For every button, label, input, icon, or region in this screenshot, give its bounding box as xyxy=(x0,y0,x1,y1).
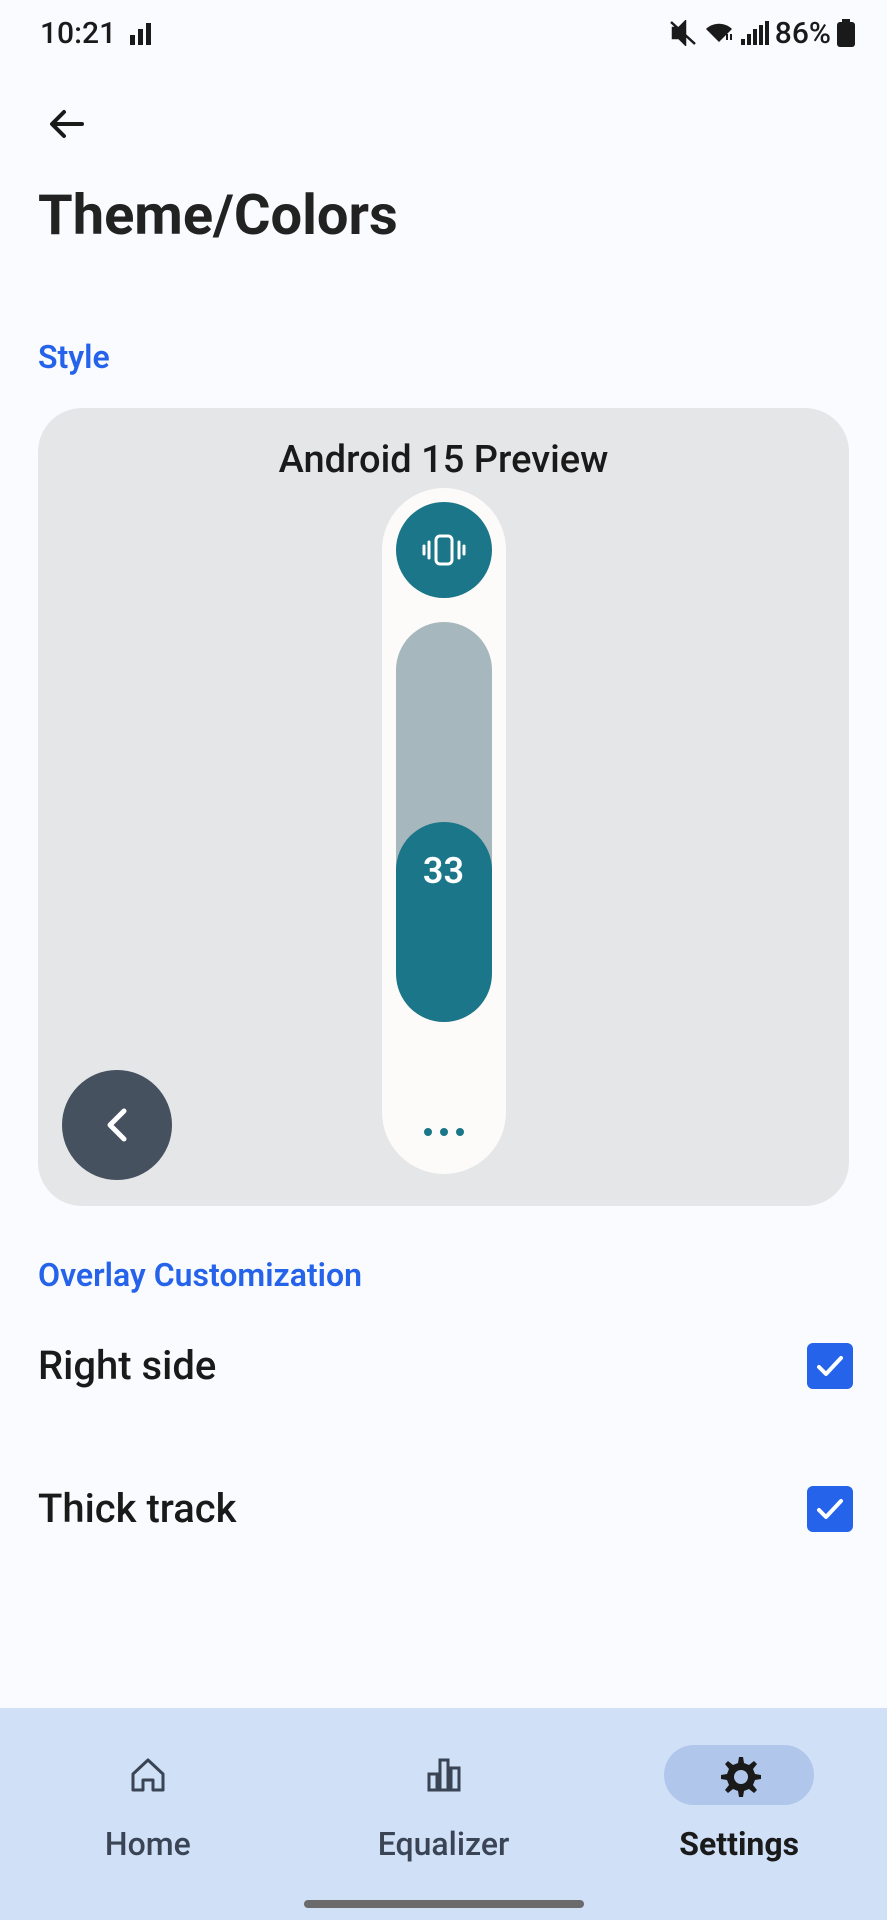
style-section-label: Style xyxy=(38,338,887,376)
chevron-left-icon xyxy=(102,1105,132,1145)
nav-home[interactable]: Home xyxy=(0,1745,296,1863)
volume-widget: 33 xyxy=(382,488,506,1174)
back-button[interactable] xyxy=(40,96,96,152)
wifi-icon xyxy=(703,20,735,46)
home-icon xyxy=(127,1754,169,1796)
arrow-left-icon xyxy=(46,102,90,146)
nav-equalizer[interactable]: Equalizer xyxy=(296,1745,592,1863)
battery-icon xyxy=(837,19,855,47)
signal-bars-icon xyxy=(130,21,156,45)
bottom-nav-bar: Home Equalizer Settings xyxy=(0,1708,887,1920)
page-title: Theme/Colors xyxy=(38,182,887,248)
slider-fill: 33 xyxy=(396,822,492,1022)
nav-settings-label: Settings xyxy=(679,1825,799,1863)
nav-home-label: Home xyxy=(105,1825,191,1863)
preview-title: Android 15 Preview xyxy=(62,438,825,482)
cell-signal-icon xyxy=(741,21,769,45)
equalizer-icon xyxy=(423,1754,465,1796)
battery-percentage: 86% xyxy=(775,16,831,51)
vibrate-button[interactable] xyxy=(396,502,492,598)
gesture-bar[interactable] xyxy=(304,1900,584,1908)
status-bar: 10:21 86% xyxy=(0,0,887,60)
volume-slider[interactable]: 33 xyxy=(396,622,492,1022)
right-side-checkbox[interactable] xyxy=(807,1343,853,1389)
slider-value: 33 xyxy=(423,850,464,892)
status-time: 10:21 xyxy=(40,16,116,51)
thick-track-checkbox[interactable] xyxy=(807,1486,853,1532)
right-side-row[interactable]: Right side xyxy=(0,1294,887,1437)
nav-settings[interactable]: Settings xyxy=(591,1745,887,1863)
thick-track-row[interactable]: Thick track xyxy=(0,1437,887,1580)
style-preview-card: Android 15 Preview 33 xyxy=(38,408,849,1206)
vibrate-mute-icon xyxy=(669,20,697,46)
gear-icon xyxy=(717,1753,761,1797)
more-dots-button[interactable] xyxy=(424,1128,464,1136)
nav-equalizer-label: Equalizer xyxy=(378,1825,510,1863)
previous-style-button[interactable] xyxy=(62,1070,172,1180)
thick-track-label: Thick track xyxy=(38,1485,237,1532)
check-icon xyxy=(813,1492,847,1526)
check-icon xyxy=(813,1349,847,1383)
overlay-section-label: Overlay Customization xyxy=(38,1256,887,1294)
vibrate-icon xyxy=(419,530,469,570)
right-side-label: Right side xyxy=(38,1342,216,1389)
